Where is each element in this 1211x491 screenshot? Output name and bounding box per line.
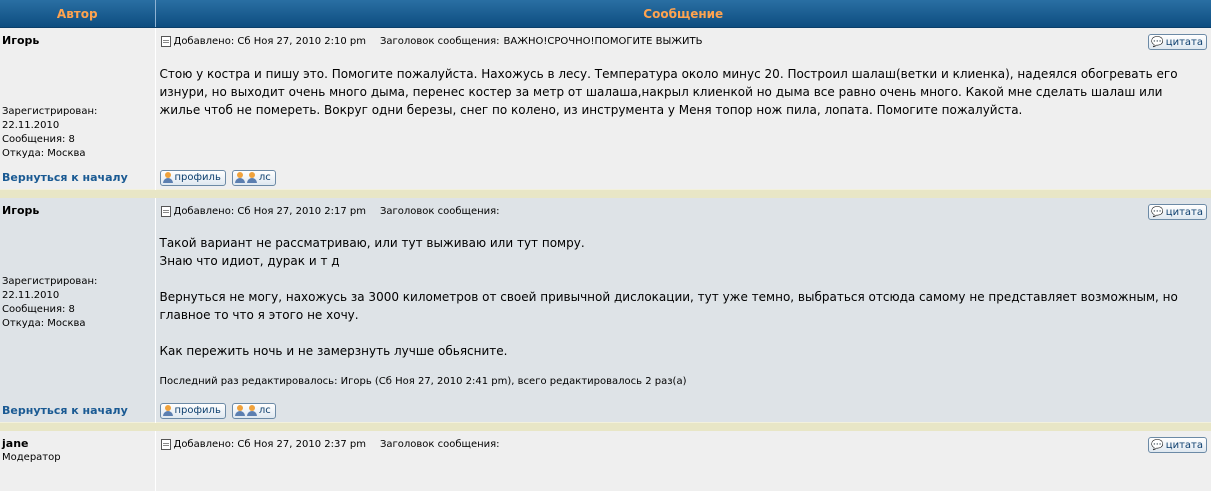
registered-date: 22.11.2010 [2,119,97,133]
post-date: Добавлено: Сб Ноя 27, 2010 2:37 pm [174,439,366,450]
table-header: Автор Сообщение [0,0,1211,28]
post-author-cell: jane Модератор [0,431,155,491]
author-name[interactable]: Игорь [0,198,155,217]
speech-bubble-icon: 💬 [1151,440,1163,451]
author-location: Откуда: Москва [2,147,97,161]
posts-count: Сообщения: 8 [2,303,97,317]
topic-table: Автор Сообщение Игорь Зарегистрирован: 2… [0,0,1211,491]
post-meta: Добавлено: Сб Ноя 27, 2010 2:10 pm Загол… [156,28,1211,47]
post-paragraph: Вернуться не могу, нахожусь за 3000 кило… [160,288,1207,324]
post-row: jane Модератор Добавлено: Сб Ноя 27, 201… [0,431,1211,491]
subject-label: Заголовок сообщения: [380,36,500,47]
author-rank: Модератор [0,450,155,463]
post-paragraph: Стою у костра и пишу это. Помогите пожал… [160,65,1207,119]
author-details: Зарегистрирован: 22.11.2010 Сообщения: 8… [2,105,97,161]
quote-button[interactable]: 💬 цитата [1148,437,1207,453]
post-author-cell: Игорь Зарегистрирован: 22.11.2010 Сообще… [0,28,155,162]
quote-label: цитата [1166,440,1203,451]
registered-label: Зарегистрирован: [2,275,97,289]
post-separator [0,190,1211,199]
author-location: Откуда: Москва [2,317,97,331]
post-date: Добавлено: Сб Ноя 27, 2010 2:17 pm [174,206,366,217]
profile-label: профиль [175,405,221,416]
profile-icon [163,405,173,416]
speech-bubble-icon: 💬 [1151,207,1163,218]
post-body: Стою у костра и пишу это. Помогите пожал… [156,47,1211,119]
pm-icon [235,172,245,183]
author-column-header: Автор [0,0,155,28]
back-to-top-link[interactable]: Вернуться к началу [0,399,155,417]
post-icon[interactable] [161,439,171,450]
pm-icon-second [247,172,257,183]
post-message-cell: Добавлено: Сб Ноя 27, 2010 2:17 pm Загол… [155,198,1211,394]
post-icon[interactable] [161,206,171,217]
registered-label: Зарегистрирован: [2,105,97,119]
pm-button[interactable]: лс [232,170,276,186]
post-date: Добавлено: Сб Ноя 27, 2010 2:10 pm [174,36,366,47]
profile-button[interactable]: профиль [160,170,226,186]
back-to-top-link[interactable]: Вернуться к началу [0,166,155,184]
pm-button[interactable]: лс [232,403,276,419]
post-author-cell: Игорь Зарегистрирован: 22.11.2010 Сообще… [0,198,155,394]
post-footer-author: Вернуться к началу [0,394,155,423]
post-body: Такой вариант не рассматриваю, или тут в… [156,217,1211,360]
pm-icon [235,405,245,416]
subject-label: Заголовок сообщения: [380,439,500,450]
profile-label: профиль [175,172,221,183]
quote-label: цитата [1166,37,1203,48]
post-meta: Добавлено: Сб Ноя 27, 2010 2:37 pm Загол… [156,431,1211,450]
message-column-header: Сообщение [155,0,1211,28]
post-footer-actions: профиль лс [155,394,1211,423]
quote-button[interactable]: 💬 цитата [1148,204,1207,220]
pm-label: лс [259,405,271,416]
post-paragraph: Как пережить ночь и не замерзнуть лучше … [160,342,1207,360]
profile-icon [163,172,173,183]
post-paragraph: Знаю что идиот, дурак и т д [160,252,1207,270]
post-footer-actions: профиль лс [155,161,1211,190]
post-paragraph: Такой вариант не рассматриваю, или тут в… [160,234,1207,252]
registered-date: 22.11.2010 [2,289,97,303]
post-footer-author: Вернуться к началу [0,161,155,190]
edit-note: Последний раз редактировалось: Игорь (Сб… [160,376,687,387]
post-message-cell: Добавлено: Сб Ноя 27, 2010 2:37 pm Загол… [155,431,1211,491]
author-name[interactable]: jane [0,431,155,450]
post-footer-row: Вернуться к началу профиль лс [0,394,1211,423]
post-paragraph-blank [160,324,1207,342]
quote-button[interactable]: 💬 цитата [1148,34,1207,50]
post-separator [0,423,1211,432]
subject-value: ВАЖНО!СРОЧНО!ПОМОГИТЕ ВЫЖИТЬ [504,36,703,47]
speech-bubble-icon: 💬 [1151,37,1163,48]
post-row: Игорь Зарегистрирован: 22.11.2010 Сообще… [0,198,1211,394]
post-paragraph-blank [160,270,1207,288]
subject-label: Заголовок сообщения: [380,206,500,217]
post-footer-row: Вернуться к началу профиль лс [0,161,1211,190]
pm-icon-second [247,405,257,416]
posts-count: Сообщения: 8 [2,133,97,147]
quote-label: цитата [1166,207,1203,218]
post-meta: Добавлено: Сб Ноя 27, 2010 2:17 pm Загол… [156,198,1211,217]
post-icon[interactable] [161,36,171,47]
author-details: Зарегистрирован: 22.11.2010 Сообщения: 8… [2,275,97,331]
post-row: Игорь Зарегистрирован: 22.11.2010 Сообще… [0,28,1211,162]
post-message-cell: Добавлено: Сб Ноя 27, 2010 2:10 pm Загол… [155,28,1211,162]
pm-label: лс [259,172,271,183]
profile-button[interactable]: профиль [160,403,226,419]
author-name[interactable]: Игорь [0,28,155,47]
